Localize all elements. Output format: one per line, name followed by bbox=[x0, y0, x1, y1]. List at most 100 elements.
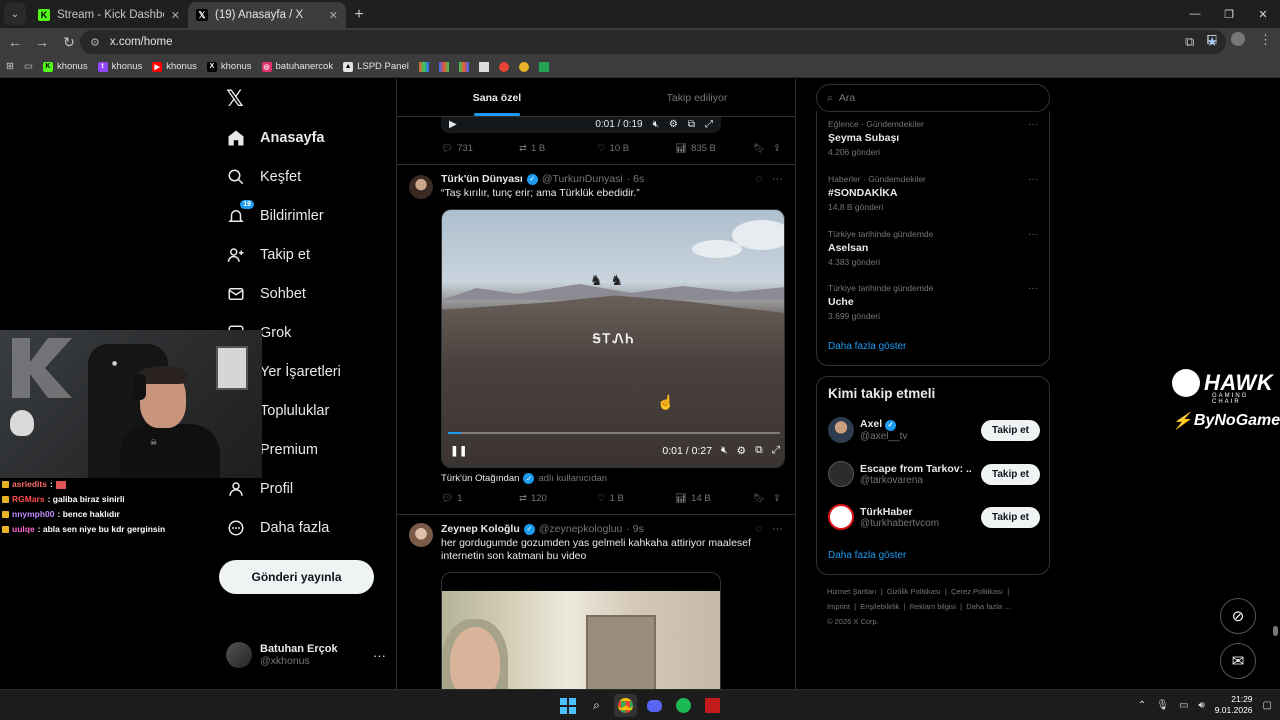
author-name[interactable]: Zeynep Koloğlu bbox=[441, 523, 520, 535]
footer-link[interactable]: Imprint bbox=[827, 602, 850, 611]
x-logo-icon[interactable]: 𝕏 bbox=[226, 87, 244, 112]
close-icon[interactable]: ✕ bbox=[171, 9, 180, 22]
bookmark-youtube[interactable]: ▶ khonus bbox=[152, 61, 197, 72]
author-handle[interactable]: @zeynepkologluu bbox=[539, 523, 623, 535]
bookmark-icon-5[interactable] bbox=[498, 61, 509, 72]
mute-icon[interactable]: 🔇︎ bbox=[653, 119, 659, 130]
tab-x-home[interactable]: 𝕏 (19) Anasayfa / X ✕ bbox=[188, 2, 346, 28]
follow-button[interactable]: Takip et bbox=[980, 506, 1040, 528]
notifications-icon[interactable]: ▢ bbox=[1263, 700, 1272, 711]
tweet-video[interactable]: ♞♞ ᎦᎢᏁᏂ ☝ ❚❚ 0:01 / 0:27 🔇︎ ⚙ ⧉ ⤢ bbox=[441, 209, 785, 468]
folder-icon[interactable]: ▭ bbox=[24, 61, 33, 72]
mute-icon[interactable]: 🔇︎ bbox=[721, 444, 728, 457]
back-button[interactable]: ← bbox=[3, 30, 27, 54]
footer-link[interactable]: Reklam bilgisi bbox=[910, 602, 956, 611]
play-icon[interactable]: ▶ bbox=[449, 119, 457, 130]
bookmark-icon-2[interactable] bbox=[438, 61, 449, 72]
search-input[interactable]: ⌕ Ara bbox=[816, 84, 1050, 112]
fullscreen-icon[interactable]: ⤢ bbox=[772, 444, 780, 457]
nav-messages[interactable]: Sohbet bbox=[226, 284, 306, 304]
bookmark-instagram[interactable]: ◎ batuhanercok bbox=[261, 61, 333, 72]
avatar[interactable] bbox=[409, 523, 433, 547]
settings-icon[interactable]: ⚙ bbox=[737, 445, 746, 457]
more-icon[interactable]: ··· bbox=[1028, 283, 1038, 294]
grok-icon[interactable]: ◌ bbox=[755, 173, 762, 185]
follow-suggestion[interactable]: TürkHaber @turkhabertvcom Takip et bbox=[828, 504, 1040, 530]
tweet-video-preview[interactable] bbox=[441, 572, 721, 689]
volume-icon[interactable]: 🔊︎ bbox=[1198, 700, 1204, 711]
repost-button[interactable]: ⇄ 1 B bbox=[519, 143, 597, 154]
trend-item[interactable]: Türkiye tarihinde gündemde Aselsan 4.383… bbox=[828, 229, 1038, 267]
chrome-icon[interactable] bbox=[614, 694, 637, 717]
tab-following[interactable]: Takip ediliyor bbox=[597, 79, 795, 116]
footer-link[interactable]: Daha fazla ... bbox=[966, 602, 1010, 611]
nav-home[interactable]: Anasayfa bbox=[226, 128, 324, 148]
bookmark-icon-7[interactable] bbox=[538, 61, 549, 72]
show-more-trends-link[interactable]: Daha fazla göster bbox=[828, 341, 906, 352]
trend-item[interactable]: Haberler · Gündemdekiler #SONDAKİKA 14,8… bbox=[828, 174, 1038, 212]
post-button[interactable]: Gönderi yayınla bbox=[219, 560, 374, 594]
bookmark-button[interactable]: 🔖︎ bbox=[753, 143, 773, 154]
bookmark-lspd-panel[interactable]: ▲ LSPD Panel bbox=[343, 61, 409, 72]
nav-explore[interactable]: Keşfet bbox=[226, 167, 301, 187]
views-button[interactable]: 📊︎ 835 B bbox=[675, 143, 753, 154]
search-icon[interactable]: ⌕ bbox=[585, 694, 608, 717]
grok-icon[interactable]: ◌ bbox=[755, 523, 762, 535]
nav-follow[interactable]: Takip et bbox=[226, 245, 310, 265]
apps-icon[interactable]: ⊞ bbox=[6, 61, 14, 72]
bookmark-icon-3[interactable] bbox=[458, 61, 469, 72]
views-button[interactable]: 📊︎ 14 B bbox=[675, 493, 753, 504]
forward-button[interactable]: → bbox=[30, 30, 54, 54]
pip-icon[interactable]: ⧉ bbox=[755, 444, 763, 457]
new-tab-button[interactable]: + bbox=[346, 2, 372, 28]
bookmark-kick[interactable]: Kkhonus bbox=[42, 61, 88, 72]
avatar[interactable] bbox=[409, 175, 433, 199]
reply-button[interactable]: 💬︎ 1 bbox=[441, 493, 519, 504]
bookmark-x[interactable]: Xkhonus bbox=[206, 61, 252, 72]
network-icon[interactable]: ▭ bbox=[1179, 700, 1188, 711]
show-more-follow-link[interactable]: Daha fazla göster bbox=[828, 550, 906, 561]
discord-icon[interactable] bbox=[643, 694, 666, 717]
bookmark-icon-4[interactable] bbox=[478, 61, 489, 72]
trend-item[interactable]: Eğlence · Gündemdekiler Şeyma Subaşı 4.2… bbox=[828, 119, 1038, 157]
address-bar[interactable]: ⚙ x.com/home ⧉ ★ bbox=[80, 30, 1226, 54]
bookmark-twitch[interactable]: t khonus bbox=[97, 61, 142, 72]
clock[interactable]: 21:29 9.01.2026 bbox=[1215, 694, 1253, 716]
more-icon[interactable]: ··· bbox=[772, 173, 783, 185]
chevron-up-icon[interactable]: ⌃ bbox=[1138, 700, 1146, 711]
scrollbar-thumb[interactable] bbox=[1273, 626, 1278, 636]
video-progress-bar[interactable] bbox=[448, 432, 780, 434]
start-button[interactable] bbox=[556, 694, 579, 717]
like-button[interactable]: ♡ 1 B bbox=[597, 493, 675, 504]
close-window-button[interactable]: ✕ bbox=[1246, 0, 1280, 28]
more-icon[interactable]: ··· bbox=[772, 523, 783, 535]
tab-for-you[interactable]: Sana özel bbox=[397, 79, 597, 116]
extensions-icon[interactable]: ⧠ bbox=[1207, 32, 1217, 48]
footer-link[interactable]: Erişilebilirlik bbox=[860, 602, 899, 611]
messages-fab-button[interactable]: ✉ bbox=[1220, 643, 1256, 679]
site-info-icon[interactable]: ⚙ bbox=[90, 36, 100, 49]
bookmark-button[interactable]: 🔖︎ bbox=[753, 493, 773, 504]
fullscreen-icon[interactable]: ⤢ bbox=[705, 119, 713, 130]
reload-button[interactable]: ↻ bbox=[57, 30, 81, 54]
author-name[interactable]: Türk'ün Dünyası bbox=[441, 173, 523, 185]
browser-menu-icon[interactable]: ⋮ bbox=[1259, 32, 1272, 48]
author-handle[interactable]: @TurkunDunyasi bbox=[542, 173, 623, 185]
share-button[interactable]: ⇪ bbox=[773, 143, 781, 154]
close-icon[interactable]: ✕ bbox=[329, 9, 338, 22]
account-switcher[interactable]: Batuhan Erçok @xkhonus ··· bbox=[226, 642, 386, 668]
tweet-time[interactable]: · 6s bbox=[627, 173, 645, 185]
microphone-icon[interactable]: 🎙︎ bbox=[1156, 700, 1169, 711]
repost-button[interactable]: ⇄ 120 bbox=[519, 493, 597, 504]
grok-fab-button[interactable]: ⊘ bbox=[1220, 598, 1256, 634]
settings-icon[interactable]: ⚙ bbox=[669, 119, 678, 130]
minimize-button[interactable]: — bbox=[1178, 0, 1212, 28]
follow-suggestion[interactable]: Escape from Tarkov: ... @tarkovarena Tak… bbox=[828, 461, 1040, 487]
follow-button[interactable]: Takip et bbox=[980, 419, 1040, 441]
footer-link[interactable]: Gizlilik Politikası bbox=[887, 587, 941, 596]
share-button[interactable]: ⇪ bbox=[773, 493, 781, 504]
reply-button[interactable]: 💬︎ 731 bbox=[441, 143, 519, 154]
maximize-button[interactable]: ❐ bbox=[1212, 0, 1246, 28]
tab-kick-dashboard[interactable]: K Stream - Kick Dashboard ✕ bbox=[30, 2, 188, 28]
pip-icon[interactable]: ⧉ bbox=[688, 119, 695, 130]
